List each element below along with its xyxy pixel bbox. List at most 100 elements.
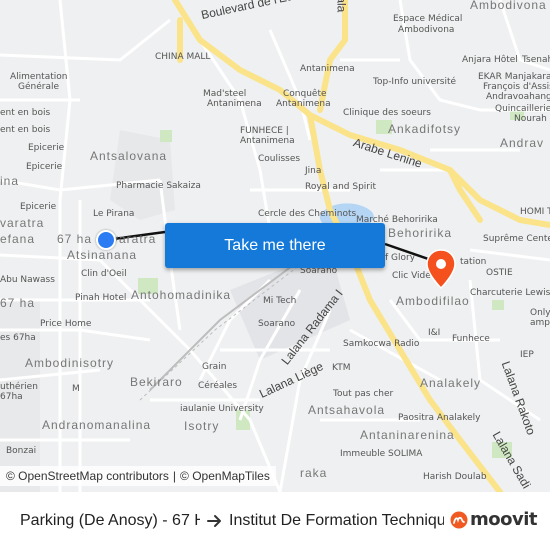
poi-alimentation-1: Alimentation: [10, 72, 68, 82]
origin-marker[interactable]: [96, 230, 116, 250]
destination-name: Institut De Formation Technique (Ift): [229, 512, 444, 529]
poi-nourah: Nourah: [514, 114, 547, 124]
poi-francois: François d'Assise: [483, 82, 550, 92]
area-bekiraro: Bekiraro: [130, 375, 183, 389]
map-view[interactable]: Boulevard de l'Europe Lala CHINA MALL Es…: [0, 0, 550, 492]
poi-clin: Clin d'Oeil: [81, 269, 127, 279]
poi-samkocwa: Samkocwa Radio: [343, 339, 420, 349]
area-analakely: Analakely: [420, 376, 482, 390]
poi-homi: HOMI T: [520, 207, 550, 217]
poi-funhece-3: Funhece: [452, 334, 490, 344]
poi-charcuterie: Charcuterie Lewis: [470, 288, 550, 298]
poi-pinah: Pinah Hotel: [75, 293, 127, 303]
poi-alimentation-2: Générale: [18, 82, 60, 92]
area-67ha-2: 67 ha: [0, 296, 36, 310]
poi-funhece-1: FUNHECE |: [240, 126, 289, 136]
area-behoririka: Behoririka: [388, 226, 453, 240]
poi-conquete-1: Conquête: [283, 89, 327, 99]
poi-mitech: Mi Tech: [263, 296, 297, 306]
area-raka: raka: [300, 466, 328, 480]
poi-madsteel-2: Antanimena: [207, 99, 262, 109]
area-ambodifilao: Ambodifilao: [396, 294, 470, 308]
area-ambodivona: Ambodivona: [470, 0, 547, 12]
area-antsahavola: Antsahavola: [308, 403, 386, 417]
area-antohomadinika: Antohomadinika: [131, 288, 232, 302]
area-antaninarenina: Antaninarenina: [360, 428, 455, 442]
moovit-wordmark: moovit: [470, 509, 538, 530]
area-antsalovana: Antsalovana: [90, 149, 168, 163]
poi-anjara-hotel: Anjara Hôtel: [462, 55, 518, 65]
poi-supreme: Suprême Center: [483, 234, 550, 244]
area-atsinanana: Atsinanana: [67, 248, 138, 262]
arrow-right-icon: [207, 515, 221, 527]
poi-china-mall: CHINA MALL: [155, 52, 211, 62]
area-isotry: Isotry: [184, 419, 220, 433]
poi-ent-bois-1: ent en bois: [0, 108, 51, 118]
poi-station: tation: [460, 257, 487, 267]
poi-lutherien: uthérien: [0, 382, 38, 392]
poi-antanimena: Antanimena: [300, 64, 355, 74]
poi-andravoahangy: Andravoahangy: [486, 92, 550, 102]
poi-le-pirana: Le Pirana: [93, 209, 135, 219]
poi-royal: Royal and Spirit: [305, 182, 377, 192]
poi-paositra: Paositra Analakely: [398, 413, 481, 423]
poi-ambodivona-small: Ambodivona: [398, 25, 455, 35]
poi-madsteel-1: Mad'steel: [203, 89, 247, 99]
poi-bonzai: Bonzai: [6, 446, 37, 456]
poi-es67: es 67ha: [0, 333, 36, 343]
poi-clinique: Clinique des soeurs: [343, 108, 431, 118]
poi-ia: I&I: [428, 328, 441, 338]
poi-iep: IEP: [520, 350, 534, 360]
moovit-logo[interactable]: moovit: [450, 509, 538, 530]
road-label-top: Lala: [334, 0, 349, 13]
poi-university: iaulanie University: [180, 404, 264, 414]
area-avaratra-2: varatra: [112, 232, 157, 246]
poi-quincaillerie: Quincaillerie: [495, 104, 550, 114]
poi-price: Price Home: [40, 319, 92, 329]
route-footer: Parking (De Anosy) - 67 Ha Institut De F…: [0, 492, 550, 550]
area-ina: ina: [0, 174, 20, 188]
area-ankadifotsy: Ankadifotsy: [388, 122, 462, 136]
poi-pharmacie: Pharmacie Sakaiza: [116, 181, 201, 191]
poi-ekar: EKAR Manjakaray: [478, 72, 550, 82]
poi-glory: f Glory: [385, 253, 416, 263]
area-avaratra: varatra: [0, 216, 45, 230]
poi-soarano-2: Soarano: [258, 319, 296, 329]
poi-cereales: Céréales: [198, 381, 238, 391]
location-pin-icon: [426, 249, 456, 289]
omt-attribution-link[interactable]: © OpenMapTiles: [180, 469, 270, 483]
poi-epicerie-3: Epicerie: [20, 202, 57, 212]
poi-only: Only: [530, 308, 550, 318]
poi-immeuble: Immeuble SOLIMA: [340, 449, 423, 459]
poi-funhece-2: Antanimena: [240, 136, 295, 146]
poi-grain: Grain: [202, 362, 227, 372]
map-attribution: © OpenStreetMap contributors | © OpenMap…: [0, 466, 276, 486]
poi-tsenahe: Tsenah: [522, 55, 550, 65]
area-ambodinisotry: Ambodinisotry: [25, 356, 115, 370]
poi-jina: Jina: [305, 166, 322, 176]
poi-epicerie-2: Epicerie: [26, 162, 63, 172]
area-andrav: Andrav: [500, 136, 545, 150]
poi-ktm: KTM: [332, 363, 351, 373]
attribution-separator: |: [172, 469, 177, 483]
osm-attribution-link[interactable]: © OpenStreetMap contributors: [6, 469, 169, 483]
origin-stop-name: Parking (De Anosy) - 67 Ha: [20, 512, 200, 529]
poi-67ha-small: 67ha: [0, 392, 23, 402]
poi-topinfo: Top-Info université: [373, 77, 457, 87]
poi-epicerie-1: Epicerie: [28, 143, 65, 153]
poi-espace-medical: Espace Médical: [393, 14, 463, 24]
poi-coulisses: Coulisses: [258, 154, 301, 164]
poi-ent-bois-2: ent en bois: [0, 125, 51, 135]
moovit-logo-icon: [450, 511, 468, 528]
poi-cercle: Cercle des Cheminots: [258, 209, 357, 219]
poi-tout: Tout pas cher: [333, 389, 394, 399]
poi-ostie: OSTIE: [486, 268, 513, 278]
area-andranomanalina: Andranomanalina: [42, 418, 152, 432]
poi-harish: Harish Doulab: [423, 472, 487, 482]
take-me-there-button[interactable]: Take me there: [165, 223, 385, 268]
poi-conquete-2: Antanimena: [276, 99, 331, 109]
poi-abu: Abu Nawass: [0, 275, 55, 285]
area-67ha: 67 ha: [57, 232, 93, 246]
poi-ampi: ampi: [530, 318, 550, 328]
poi-ambod-m: M: [72, 384, 80, 394]
